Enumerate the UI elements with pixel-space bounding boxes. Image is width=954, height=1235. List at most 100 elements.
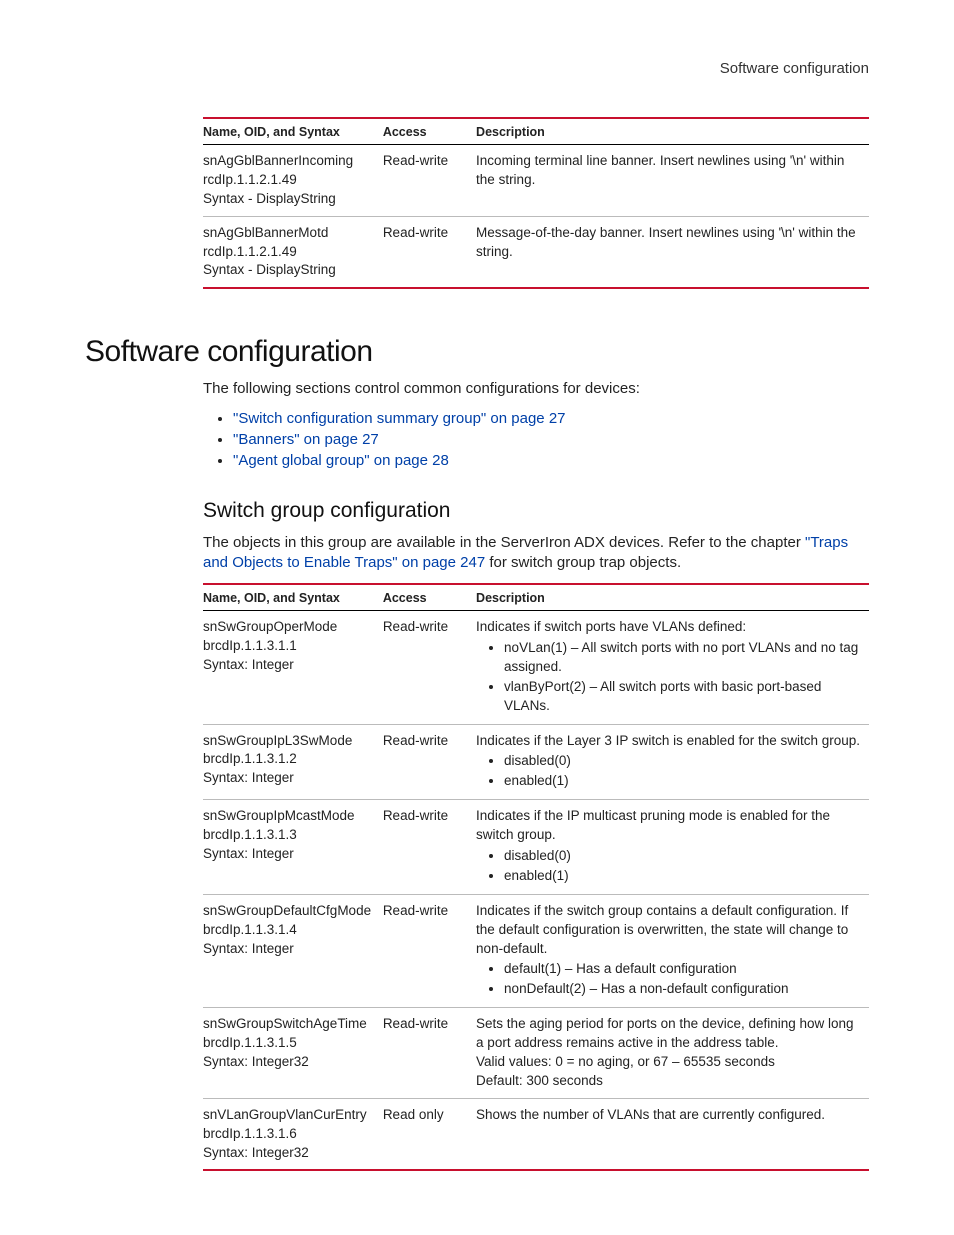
nos-oid: brcdIp.1.1.3.1.4 xyxy=(203,921,377,940)
nos-oid: brcdIp.1.1.3.1.5 xyxy=(203,1034,377,1053)
nos-syntax: Syntax: Integer32 xyxy=(203,1053,377,1072)
desc-bullets: noVLan(1) – All switch ports with no por… xyxy=(476,639,863,716)
subsection-intro: The objects in this group are available … xyxy=(203,533,869,574)
nos-name: snSwGroupIpMcastMode xyxy=(203,807,377,826)
th-access: Access xyxy=(383,584,476,611)
cell-desc: Indicates if the Layer 3 IP switch is en… xyxy=(476,724,869,800)
desc-extra: Valid values: 0 = no aging, or 67 – 6553… xyxy=(476,1053,863,1072)
nos-oid: rcdIp.1.1.2.1.49 xyxy=(203,243,377,262)
desc-bullet: nonDefault(2) – Has a non-default config… xyxy=(504,980,863,999)
desc-bullet: disabled(0) xyxy=(504,752,863,771)
nos-name: snSwGroupOperMode xyxy=(203,618,377,637)
nos-name: snAgGblBannerIncoming xyxy=(203,152,377,171)
sub-intro-post: for switch group trap objects. xyxy=(485,554,681,571)
desc-intro: Message-of-the-day banner. Insert newlin… xyxy=(476,224,863,262)
table-row: snSwGroupOperModebrcdIp.1.1.3.1.1Syntax:… xyxy=(203,611,869,724)
cell-access: Read-write xyxy=(383,216,476,288)
table-row: snAgGblBannerIncomingrcdIp.1.1.2.1.49Syn… xyxy=(203,145,869,217)
nos-syntax: Syntax - DisplayString xyxy=(203,190,377,209)
nos-syntax: Syntax: Integer xyxy=(203,656,377,675)
nos-oid: brcdIp.1.1.3.1.6 xyxy=(203,1125,377,1144)
th-desc: Description xyxy=(476,584,869,611)
nos-oid: brcdIp.1.1.3.1.1 xyxy=(203,637,377,656)
cell-access: Read only xyxy=(383,1098,476,1170)
cell-access: Read-write xyxy=(383,894,476,1007)
cell-access: Read-write xyxy=(383,145,476,217)
desc-intro: Indicates if the switch group contains a… xyxy=(476,902,863,959)
cell-nos: snSwGroupIpMcastModebrcdIp.1.1.3.1.3Synt… xyxy=(203,800,383,895)
desc-bullet: enabled(1) xyxy=(504,867,863,886)
table-row: snSwGroupDefaultCfgModebrcdIp.1.1.3.1.4S… xyxy=(203,894,869,1007)
cell-desc: Incoming terminal line banner. Insert ne… xyxy=(476,145,869,217)
desc-bullets: default(1) – Has a default configuration… xyxy=(476,960,863,999)
desc-extra: Default: 300 seconds xyxy=(476,1072,863,1091)
desc-intro: Indicates if the IP multicast pruning mo… xyxy=(476,807,863,845)
nos-syntax: Syntax: Integer xyxy=(203,769,377,788)
nos-syntax: Syntax: Integer xyxy=(203,845,377,864)
cell-nos: snAgGblBannerMotdrcdIp.1.1.2.1.49Syntax … xyxy=(203,216,383,288)
nos-name: snSwGroupDefaultCfgMode xyxy=(203,902,377,921)
cell-nos: snSwGroupDefaultCfgModebrcdIp.1.1.3.1.4S… xyxy=(203,894,383,1007)
section-link[interactable]: "Switch configuration summary group" on … xyxy=(233,410,566,427)
section-link[interactable]: "Banners" on page 27 xyxy=(233,431,379,448)
cell-desc: Indicates if switch ports have VLANs def… xyxy=(476,611,869,724)
desc-bullet: disabled(0) xyxy=(504,847,863,866)
table-row: snSwGroupIpMcastModebrcdIp.1.1.3.1.3Synt… xyxy=(203,800,869,895)
nos-name: snVLanGroupVlanCurEntry xyxy=(203,1106,377,1125)
cell-nos: snSwGroupSwitchAgeTimebrcdIp.1.1.3.1.5Sy… xyxy=(203,1008,383,1099)
table-row: snSwGroupIpL3SwModebrcdIp.1.1.3.1.2Synta… xyxy=(203,724,869,800)
cell-desc: Shows the number of VLANs that are curre… xyxy=(476,1098,869,1170)
cell-nos: snSwGroupOperModebrcdIp.1.1.3.1.1Syntax:… xyxy=(203,611,383,724)
desc-intro: Sets the aging period for ports on the d… xyxy=(476,1015,863,1053)
cell-desc: Indicates if the switch group contains a… xyxy=(476,894,869,1007)
cell-access: Read-write xyxy=(383,724,476,800)
nos-syntax: Syntax: Integer32 xyxy=(203,1144,377,1163)
nos-name: snAgGblBannerMotd xyxy=(203,224,377,243)
cell-access: Read-write xyxy=(383,611,476,724)
cell-desc: Sets the aging period for ports on the d… xyxy=(476,1008,869,1099)
cell-nos: snVLanGroupVlanCurEntrybrcdIp.1.1.3.1.6S… xyxy=(203,1098,383,1170)
section-link-item: "Banners" on page 27 xyxy=(233,431,869,448)
subsection-heading: Switch group configuration xyxy=(203,499,869,523)
section-intro: The following sections control common co… xyxy=(203,379,869,399)
switch-group-table: Name, OID, and Syntax Access Description… xyxy=(203,583,869,1171)
nos-name: snSwGroupSwitchAgeTime xyxy=(203,1015,377,1034)
cell-nos: snAgGblBannerIncomingrcdIp.1.1.2.1.49Syn… xyxy=(203,145,383,217)
desc-bullets: disabled(0)enabled(1) xyxy=(476,752,863,791)
th-access: Access xyxy=(383,118,476,145)
nos-name: snSwGroupIpL3SwMode xyxy=(203,732,377,751)
section-link-item: "Switch configuration summary group" on … xyxy=(233,410,869,427)
nos-oid: brcdIp.1.1.3.1.3 xyxy=(203,826,377,845)
nos-syntax: Syntax: Integer xyxy=(203,940,377,959)
desc-bullet: enabled(1) xyxy=(504,772,863,791)
section-heading: Software configuration xyxy=(85,335,869,369)
th-nos: Name, OID, and Syntax xyxy=(203,584,383,611)
th-nos: Name, OID, and Syntax xyxy=(203,118,383,145)
table-row: snVLanGroupVlanCurEntrybrcdIp.1.1.3.1.6S… xyxy=(203,1098,869,1170)
desc-intro: Incoming terminal line banner. Insert ne… xyxy=(476,152,863,190)
nos-oid: rcdIp.1.1.2.1.49 xyxy=(203,171,377,190)
section-link-item: "Agent global group" on page 28 xyxy=(233,452,869,469)
desc-bullets: disabled(0)enabled(1) xyxy=(476,847,863,886)
desc-bullet: default(1) – Has a default configuration xyxy=(504,960,863,979)
banner-table: Name, OID, and Syntax Access Description… xyxy=(203,117,869,289)
cell-access: Read-write xyxy=(383,1008,476,1099)
desc-bullet: vlanByPort(2) – All switch ports with ba… xyxy=(504,678,863,716)
desc-bullet: noVLan(1) – All switch ports with no por… xyxy=(504,639,863,677)
cell-desc: Indicates if the IP multicast pruning mo… xyxy=(476,800,869,895)
sub-intro-pre: The objects in this group are available … xyxy=(203,534,805,551)
cell-desc: Message-of-the-day banner. Insert newlin… xyxy=(476,216,869,288)
nos-oid: brcdIp.1.1.3.1.2 xyxy=(203,750,377,769)
desc-intro: Indicates if switch ports have VLANs def… xyxy=(476,618,863,637)
section-link[interactable]: "Agent global group" on page 28 xyxy=(233,452,449,469)
table-row: snAgGblBannerMotdrcdIp.1.1.2.1.49Syntax … xyxy=(203,216,869,288)
nos-syntax: Syntax - DisplayString xyxy=(203,261,377,280)
section-links-list: "Switch configuration summary group" on … xyxy=(203,410,869,469)
desc-intro: Indicates if the Layer 3 IP switch is en… xyxy=(476,732,863,751)
desc-intro: Shows the number of VLANs that are curre… xyxy=(476,1106,863,1125)
th-desc: Description xyxy=(476,118,869,145)
table-row: snSwGroupSwitchAgeTimebrcdIp.1.1.3.1.5Sy… xyxy=(203,1008,869,1099)
running-header: Software configuration xyxy=(85,60,869,77)
cell-nos: snSwGroupIpL3SwModebrcdIp.1.1.3.1.2Synta… xyxy=(203,724,383,800)
cell-access: Read-write xyxy=(383,800,476,895)
